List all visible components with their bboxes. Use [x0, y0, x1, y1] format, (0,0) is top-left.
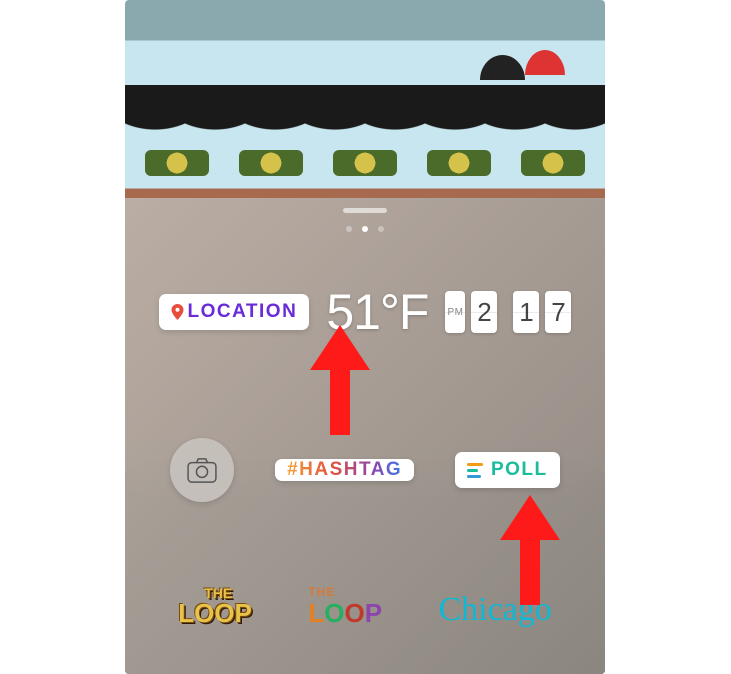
hashtag-sticker[interactable]: #HASHTAG: [275, 459, 414, 481]
sticker-row-3: THE LOOP THE LOOP Chicago: [125, 588, 605, 629]
gif-the-loop-color[interactable]: THE LOOP: [308, 588, 382, 629]
page-indicator: [346, 226, 384, 232]
drag-handle[interactable]: [343, 208, 387, 213]
location-sticker-label: LOCATION: [188, 301, 298, 323]
umbrella-decor: [480, 55, 525, 80]
temperature-sticker[interactable]: 51°F: [326, 283, 428, 341]
sticker-tray[interactable]: LOCATION 51°F PM 2 1 7 #: [125, 198, 605, 674]
clock-period: PM: [445, 291, 465, 333]
camera-icon: [187, 457, 217, 483]
hashtag-sticker-label: #HASHTAG: [275, 452, 414, 487]
sticker-row-2: #HASHTAG POLL: [125, 438, 605, 502]
story-sticker-screen: LOCATION 51°F PM 2 1 7 #: [125, 0, 605, 674]
planter-decor: [125, 150, 605, 180]
umbrella-decor: [525, 50, 565, 75]
location-pin-icon: [171, 304, 184, 320]
selfie-sticker[interactable]: [170, 438, 234, 502]
poll-sticker-label: POLL: [491, 459, 548, 481]
poll-icon: [467, 463, 483, 478]
location-sticker[interactable]: LOCATION: [159, 294, 310, 330]
clock-min1: 1: [513, 291, 539, 333]
clock-min2: 7: [545, 291, 571, 333]
gif-loop-letters: LOOP: [308, 598, 382, 628]
time-sticker[interactable]: PM 2 1 7: [445, 291, 571, 333]
sticker-row-1: LOCATION 51°F PM 2 1 7: [125, 283, 605, 341]
clock-hour: 2: [471, 291, 497, 333]
awning-decor: [125, 85, 605, 150]
poll-sticker[interactable]: POLL: [455, 452, 560, 488]
gif-the-loop-gold[interactable]: THE LOOP: [178, 589, 252, 628]
gif-chicago-script[interactable]: Chicago: [438, 591, 551, 629]
